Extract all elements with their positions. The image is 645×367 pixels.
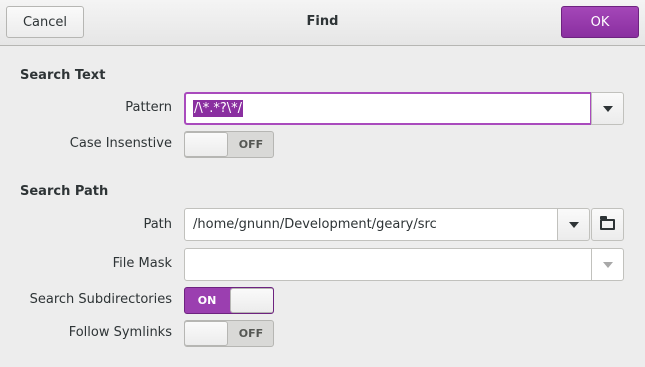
search-path-heading: Search Path bbox=[20, 184, 109, 199]
file-mask-dropdown-button[interactable] bbox=[591, 248, 624, 281]
pattern-input[interactable]: /\*.*?\*/ bbox=[184, 92, 592, 125]
case-insensitive-state: OFF bbox=[238, 138, 264, 151]
search-text-heading: Search Text bbox=[20, 68, 106, 83]
pattern-dropdown-button[interactable] bbox=[591, 92, 624, 125]
dialog-title: Find bbox=[306, 14, 339, 29]
folder-icon bbox=[600, 216, 615, 230]
search-subdirectories-label: Search Subdirectories bbox=[29, 292, 172, 307]
path-input[interactable]: /home/gnunn/Development/geary/src bbox=[184, 208, 558, 241]
switch-knob bbox=[185, 132, 228, 157]
header-bar: Cancel Find OK bbox=[0, 0, 645, 46]
ok-button[interactable]: OK bbox=[561, 6, 639, 38]
chevron-down-icon bbox=[602, 261, 613, 268]
path-value: /home/gnunn/Development/geary/src bbox=[193, 217, 437, 232]
pattern-value: /\*.*?\*/ bbox=[193, 100, 244, 117]
search-subdirectories-state: ON bbox=[197, 294, 217, 307]
follow-symlinks-state: OFF bbox=[238, 327, 264, 340]
path-label: Path bbox=[143, 217, 172, 232]
case-insensitive-switch[interactable]: OFF bbox=[184, 131, 274, 158]
follow-symlinks-switch[interactable]: OFF bbox=[184, 320, 274, 347]
follow-symlinks-label: Follow Symlinks bbox=[68, 325, 172, 340]
file-mask-label: File Mask bbox=[112, 256, 172, 271]
path-dropdown-button[interactable] bbox=[557, 208, 590, 241]
file-mask-input[interactable] bbox=[184, 248, 592, 281]
browse-folder-button[interactable] bbox=[591, 208, 624, 241]
pattern-label: Pattern bbox=[125, 100, 172, 115]
chevron-down-icon bbox=[602, 105, 613, 112]
chevron-down-icon bbox=[568, 221, 579, 228]
case-insensitive-label: Case Insenstive bbox=[69, 136, 172, 151]
switch-knob bbox=[185, 321, 228, 346]
switch-knob bbox=[230, 288, 273, 313]
search-subdirectories-switch[interactable]: ON bbox=[184, 287, 274, 314]
